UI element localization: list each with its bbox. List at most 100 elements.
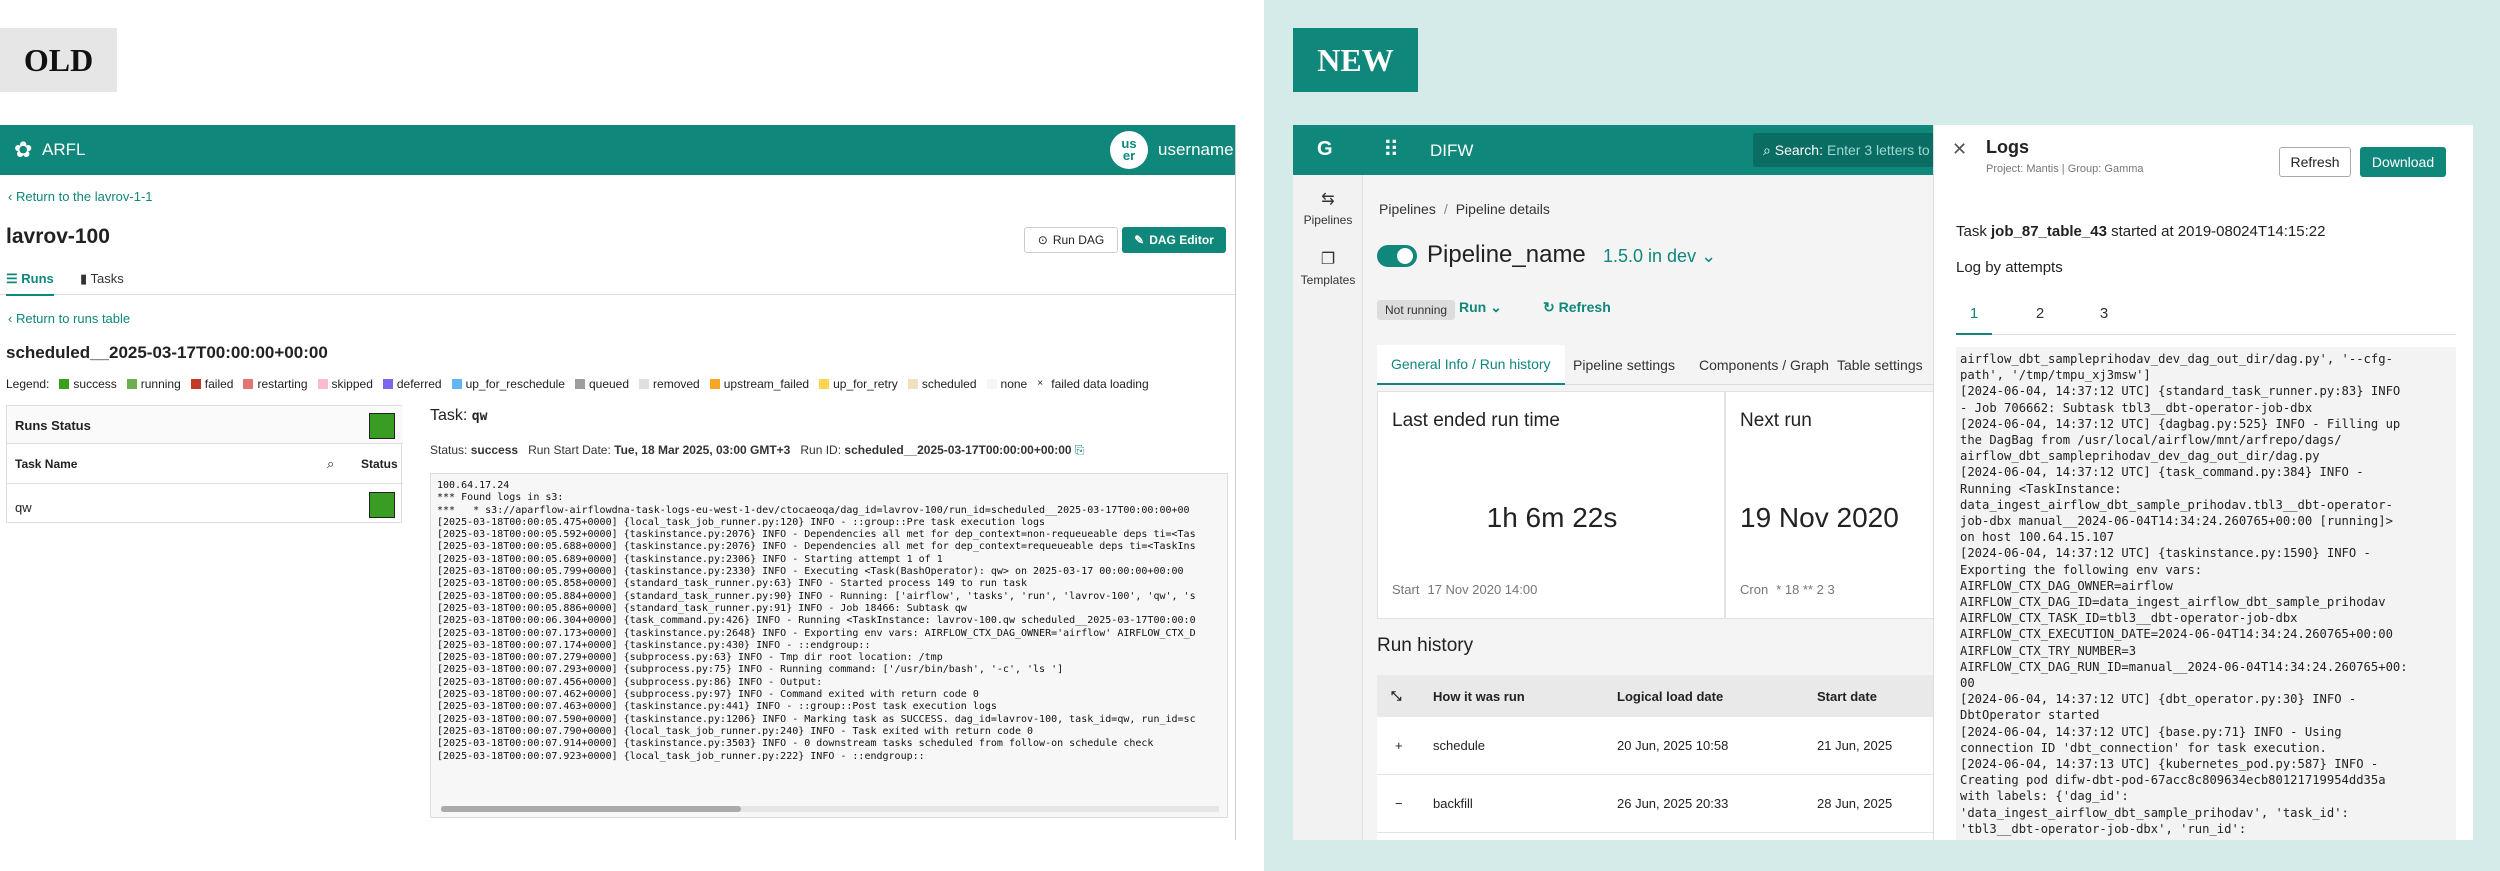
legend-item: skipped [317,377,373,391]
task-started-line: Task job_87_table_43 started at 2019-080… [1956,223,2325,240]
task-suffix: started at 2019-08024T14:15:22 [2111,223,2326,240]
log-text: 100.64.17.24 *** Found logs in s3: *** * s… [437,480,1196,763]
legend-label: restarting [257,377,308,391]
log-line: with labels: {'dag_id': [1960,789,2129,804]
expand-all-icon[interactable]: ⤡ [1391,675,1401,717]
legend-label: queued [588,377,630,391]
new-ui-panel: G ⠿ DIFW ⌕ Search: Enter 3 letters to ⇆ Pi… [1293,125,2473,840]
log-viewer[interactable]: 100.64.17.24 *** Found logs in s3: *** * s… [430,473,1228,818]
status-value: success [470,443,519,457]
log-line: 00 [1960,676,1975,691]
tab-runs-label: Runs [21,271,54,286]
run-dag-button[interactable]: ⊙ Run DAG [1024,227,1118,253]
run-button[interactable]: Run ⌄ [1459,299,1502,316]
app-title: DIFW [1430,141,1474,160]
tab-attempt-3[interactable]: 3 [2086,299,2122,335]
logs-download-button[interactable]: Download [2360,147,2446,177]
task-row-name[interactable]: qw [15,500,32,515]
back-to-runs-link[interactable]: ‹ Return to runs table [8,311,130,326]
log-line: connection ID 'dbt_connection' for task … [1960,740,2327,755]
legend-label: running [140,377,181,391]
run-status-square[interactable] [369,413,395,439]
tab-tasks[interactable]: ▮ Tasks [80,271,124,287]
log-viewer[interactable]: airflow_dbt_sampleprihodav_dev_dag_out_d… [1956,347,2456,840]
log-line: [2025-03-18T00:00:07.174+0000] {taskinst… [437,639,871,651]
collapse-icon[interactable]: − [1395,775,1403,832]
run-title: scheduled__2025-03-17T00:00:00+00:00 [6,343,328,362]
avatar[interactable]: us er [1110,131,1148,169]
app-title: ARFL [42,140,86,159]
legend-item: queued [574,377,630,391]
log-line: airflow_dbt_sampleprihodav_dev_dag_out_d… [1960,352,2393,366]
header-logical: Logical load date [1617,688,1724,704]
chart-icon: ▮ [80,271,91,286]
back-link[interactable]: ‹ Return to the lavrov-1-1 [8,189,153,204]
log-line: [2024-06-04, 14:37:12 UTC] {task_command… [1960,465,2364,480]
start-label: Start [1392,582,1420,597]
tab-attempt-1[interactable]: 1 [1956,299,1992,335]
table-row[interactable]: − backfill 26 Jun, 2025 20:33 28 Jun, 20… [1377,775,1937,833]
refresh-button[interactable]: ↻ Refresh [1543,299,1611,316]
tab-pipeline-settings[interactable]: Pipeline settings [1559,345,1689,385]
log-line: [2025-03-18T00:00:05.886+0000] {standard… [437,602,967,614]
last-run-value: 1h 6m 22s [1486,502,1618,533]
expand-icon[interactable]: + [1395,717,1403,774]
refresh-label: Refresh [1558,299,1611,315]
close-icon[interactable]: ✕ [1952,139,1967,160]
task-prefix: Task [1956,223,1987,240]
row-how: schedule [1433,738,1486,753]
log-line: data_ingest_airflow_dbt_sample_prihodav.… [1960,497,2393,512]
search-icon[interactable]: ⌕ [327,456,334,472]
log-line: [2024-06-04, 14:37:13 UTC] {kubernetes_p… [1960,757,2379,772]
app-logo-icon: G [1317,138,1333,160]
legend-swatch [126,379,137,389]
search-input[interactable]: ⌕ Search: Enter 3 letters to [1753,133,1943,167]
dag-editor-button[interactable]: ✎ DAG Editor [1122,227,1226,253]
sidebar-item-pipelines[interactable]: ⇆ Pipelines [1293,189,1363,227]
log-line: the DagBag from /usr/local/airflow/mnt/a… [1960,433,2342,448]
copy-icon[interactable]: ⎘ [1075,443,1085,457]
log-line: [2024-06-04, 14:37:12 UTC] {taskinstance… [1960,546,2371,561]
legend-swatch [907,379,918,389]
sidebar-item-templates[interactable]: ❐ Templates [1293,249,1363,287]
log-line: path', '/tmp/tmpu_xj3msw'] [1960,368,2151,383]
log-line: AIRFLOW_CTX_TASK_ID=tbl3__dbt-operator-j… [1960,611,2298,626]
breadcrumb-pipelines[interactable]: Pipelines [1379,201,1436,217]
start-value: Tue, 18 Mar 2025, 03:00 GMT+3 [614,443,791,457]
logs-refresh-button[interactable]: Refresh [2279,147,2351,177]
search-placeholder: Enter 3 letters to [1826,142,1930,158]
scrollbar-thumb[interactable] [441,806,741,812]
attempts-label: Log by attempts [1956,259,2063,276]
log-line: 100.64.17.24 [437,480,510,491]
legend-item: up_for_retry [819,377,898,391]
tab-attempt-2[interactable]: 2 [2022,299,2058,335]
log-line: [2025-03-18T00:00:05.884+0000] {standard… [437,590,1196,602]
tab-general-info[interactable]: General Info / Run history [1377,345,1565,385]
log-line: Running <TaskInstance: [1960,481,2122,496]
tab-components-graph[interactable]: Components / Graph [1685,345,1843,385]
search-icon: ⌕ [1763,141,1775,158]
legend-label: skipped [331,377,373,391]
runid-key: Run ID: [800,443,842,457]
legend-label: up_for_reschedule [465,377,565,391]
legend-item: scheduled [907,377,977,391]
apps-grid-icon[interactable]: ⠿ [1383,137,1399,163]
next-run-title: Next run [1740,410,1812,431]
row-how: backfill [1433,796,1473,811]
log-line: [2025-03-18T00:00:05.858+0000] {standard… [437,578,1028,590]
legend-label: removed [653,377,700,391]
task-table-header: Task Name ⌕ Status [7,444,403,484]
version-select[interactable]: 1.5.0 in dev ⌄ [1603,246,1716,267]
tab-table-settings[interactable]: Table settings [1823,345,1937,385]
status-legend: Legend: success running failed restarting sk… [6,377,1149,391]
pipeline-toggle[interactable] [1377,245,1417,267]
log-line: AIRFLOW_CTX_DAG_ID=data_ingest_airflow_d… [1960,595,2386,610]
table-row[interactable]: + schedule 20 Jun, 2025 10:58 21 Jun, 20… [1377,717,1937,775]
log-line: [2025-03-18T00:00:07.462+0000] {subproce… [437,689,979,701]
username[interactable]: username [1158,140,1234,160]
app-logo-icon: ✿ [14,137,33,162]
task-status-square[interactable] [369,492,395,518]
tab-runs[interactable]: ☰ Runs [6,271,54,296]
horizontal-scrollbar[interactable] [441,806,1219,812]
task-title-value: qw [471,409,488,424]
